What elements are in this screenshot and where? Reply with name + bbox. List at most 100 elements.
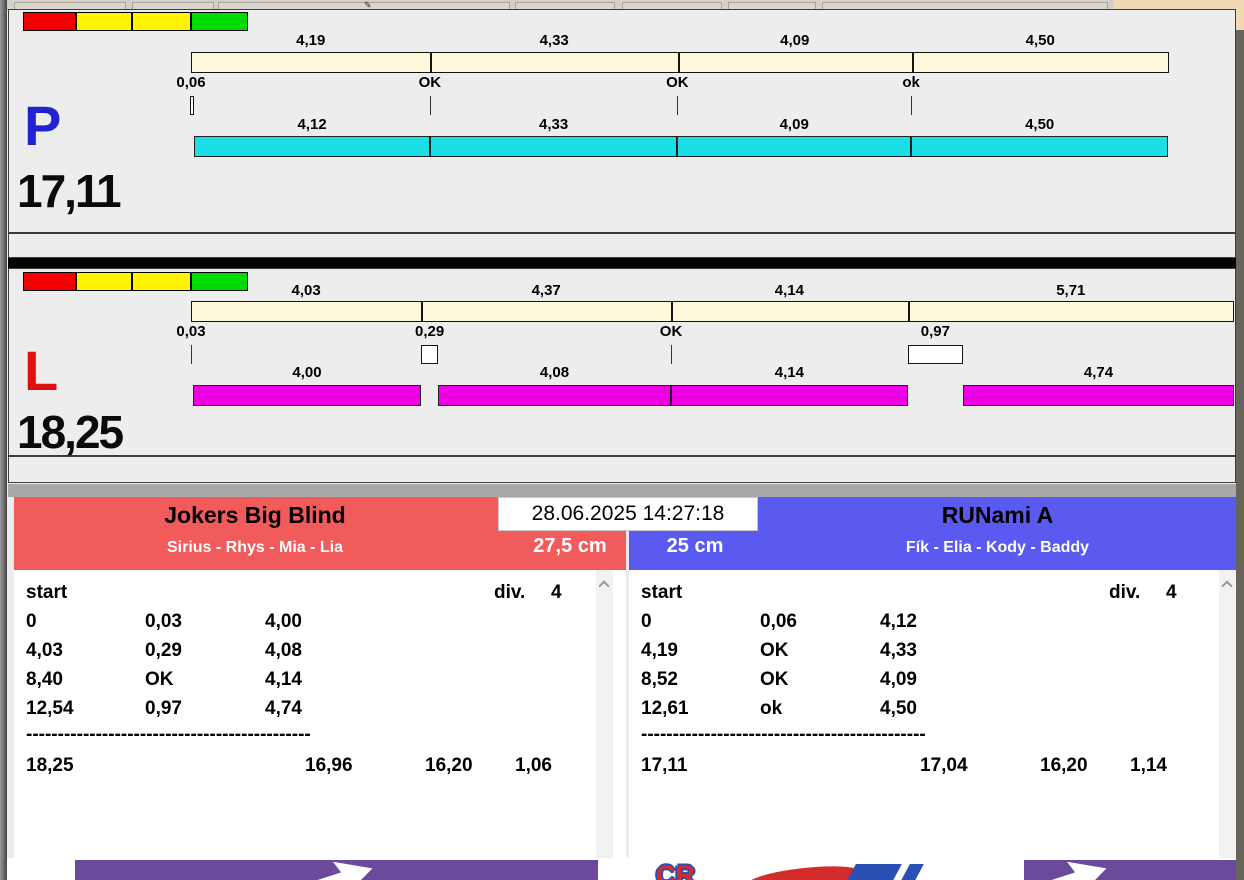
table-div-value: 4 [1166,582,1177,603]
logo-shape-blue [844,864,902,880]
logo-text: CR [656,860,695,880]
segment-divider [911,52,914,73]
run-time-label: 4,14 [774,364,804,381]
timing-app-window: ✎ ▾ 4,194,334,094,500,064,12OK4,33OK4,09… [0,0,1244,880]
table-cell: ok [760,698,783,719]
window-edge-right[interactable] [1236,30,1244,880]
table-cell: 4,03 [26,640,63,661]
table-cell: 0,97 [145,698,182,719]
spacer-strip [8,456,1236,483]
run-bar-segment [963,385,1234,406]
scroll-up-icon[interactable] [598,580,610,592]
status-light-cell [191,272,248,291]
logo-shape-red [744,860,866,880]
split-time-label: 5,71 [1056,282,1086,299]
table-cell: 8,40 [26,669,63,690]
status-light-cell [76,272,132,291]
section-separator [8,484,1236,497]
scrollbar[interactable] [1219,570,1236,858]
datetime-display: 28.06.2025 14:27:18 [498,497,758,531]
banner-logo-box: CR [598,858,1024,880]
penalty-tick [911,96,913,115]
lane-letter: P [24,94,62,157]
run-bar-segment [437,385,672,406]
splits-table[interactable]: start div. 4 0 0,03 4,00 4,03 0,29 4,08 8,40 OK 4,1… [14,570,626,858]
segment-divider [671,301,674,322]
table-cell: 4,08 [265,640,302,661]
penalty-marker [907,345,964,364]
penalty-marker [421,345,438,364]
run-bar-segment [429,136,678,157]
status-light-cell [191,12,248,31]
lane-panel-L: 4,03 4,37 4,14 5,71 0,03 4,00 0,29 4,08 OK 4,14 0,… [8,268,1236,456]
segment-divider [430,52,433,73]
team-panel-right: RUNami A Fík - Elia - Kody - Baddy 25 cm… [629,497,1236,858]
split-time-label: 4,33 [539,32,569,49]
table-cell: OK [145,669,174,690]
table-total: 17,04 [920,755,968,776]
run-time-label: 4,50 [1025,116,1055,133]
team-panel-left: Jokers Big Blind Sirius - Rhys - Mia - L… [14,497,626,858]
table-cell: 0,06 [760,611,797,632]
scroll-up-icon[interactable] [1221,580,1233,592]
window-edge-left [0,0,7,880]
split-time-label: 4,50 [1025,32,1055,49]
scrollbar[interactable] [596,570,613,858]
status-light-strip [23,272,248,291]
table-cell: 4,09 [880,669,917,690]
status-light-cell [23,12,76,31]
table-cell: 0,29 [145,640,182,661]
table-cell: 0 [26,611,37,632]
status-light-cell [76,12,132,31]
run-bar-segment [194,136,430,157]
table-total: 1,06 [515,755,552,776]
lane-panel-P: 4,19 4,33 4,09 4,50 0,06 4,12 OK 4,33 OK 4,09 ok 4,… [8,9,1236,233]
table-cell: OK [760,640,789,661]
logo-shape-blue [898,864,924,880]
lane-total: 18,25 [17,406,124,458]
table-cell: 0 [641,611,652,632]
segment-divider [421,301,424,322]
run-bar-segment [677,136,912,157]
penalty-tick [429,96,431,115]
penalty-label: 0,06 [176,74,206,91]
run-time-label: 4,33 [539,116,569,133]
lane-divider-bar [8,258,1236,268]
table-cell: 4,19 [641,640,678,661]
penalty-label: ok [902,74,920,91]
penalty-marker [190,96,194,115]
banner-left [75,860,598,880]
penalty-tick [677,96,679,115]
table-cell: 0,03 [145,611,182,632]
segment-divider [677,52,680,73]
penalty-label: 0,97 [920,323,950,340]
lane-total: 17,11 [17,165,122,217]
status-light-cell [132,272,191,291]
penalty-label: OK [659,323,683,340]
banner-right [1024,860,1236,880]
lane-letter: L [24,339,59,402]
run-time-label: 4,00 [292,364,322,381]
penalty-label: 0,03 [176,323,206,340]
run-bar-segment [671,385,908,406]
penalty-tick [191,345,192,364]
sponsor-banner: CR [0,858,1244,880]
table-total: 17,11 [641,755,688,776]
table-div-label: div. [494,582,526,603]
table-separator: ----------------------------------------… [641,724,926,745]
table-cell: OK [760,669,789,690]
split-time-label: 4,09 [780,32,810,49]
table-total: 16,20 [425,755,473,776]
table-cell: 12,61 [641,698,689,719]
table-cell: 4,50 [880,698,917,719]
hurdle-height: 27,5 cm [533,535,607,557]
table-cell: 4,74 [265,698,302,719]
results-section: Jokers Big Blind Sirius - Rhys - Mia - L… [8,497,1236,858]
run-bar-segment [911,136,1169,157]
hurdle-height: 25 cm [666,535,724,557]
run-time-label: 4,12 [297,116,327,133]
spacer-strip [8,233,1236,258]
run-time-label: 4,08 [539,364,570,381]
run-bar-segment [192,385,422,406]
splits-table[interactable]: start div. 4 0 0,06 4,12 4,19 OK 4,33 8,52 OK 4,09 1… [629,570,1236,858]
